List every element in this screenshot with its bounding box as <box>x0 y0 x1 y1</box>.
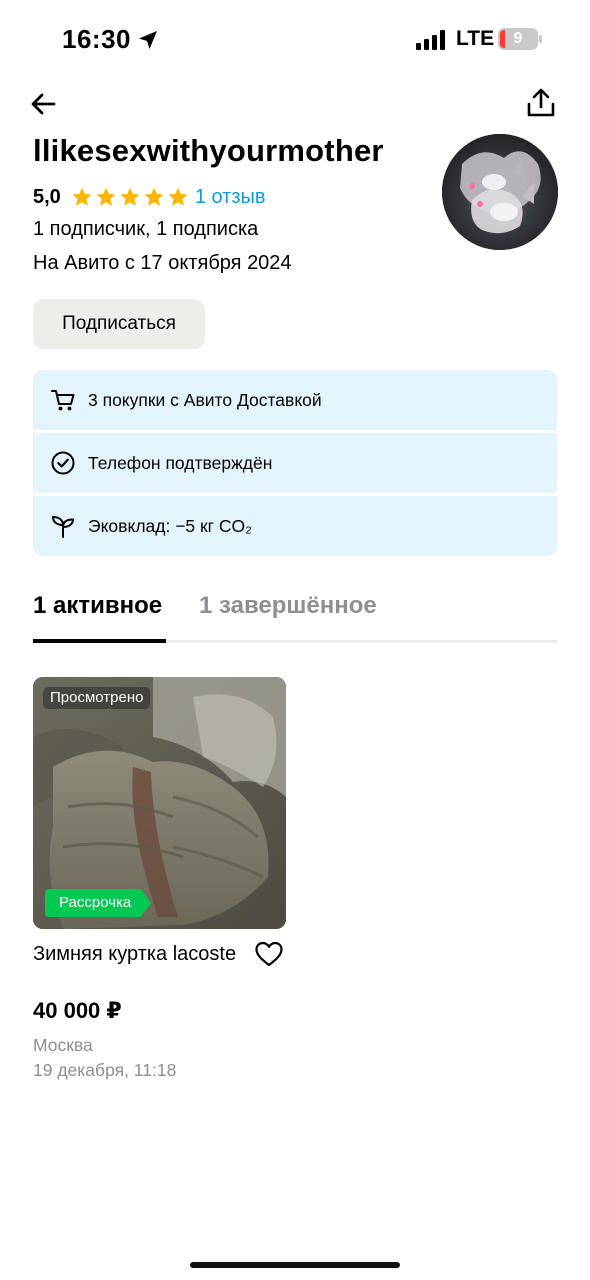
battery-icon: 9 <box>498 28 542 50</box>
tab-active-listings[interactable]: 1 активное <box>33 592 162 620</box>
rating-value: 5,0 <box>33 185 61 208</box>
star-icon <box>120 187 140 206</box>
cart-icon <box>51 390 75 411</box>
viewed-badge: Просмотрено <box>43 687 151 709</box>
heart-icon[interactable] <box>254 940 284 968</box>
listing-city: Москва <box>33 1035 93 1055</box>
info-item-delivery[interactable]: 3 покупки с Авито Доставкой <box>33 370 557 430</box>
subscribers-text[interactable]: 1 подписчик, 1 подписка <box>33 218 258 241</box>
check-circle-icon <box>51 451 75 475</box>
rating-row: 5,0 1 отзыв <box>33 183 266 211</box>
network-type: LTE <box>456 27 495 50</box>
profile-name: llikesexwithyourmother <box>33 133 384 168</box>
status-time: 16:30 <box>62 24 131 54</box>
avatar[interactable] <box>442 134 558 250</box>
star-icon <box>72 187 92 206</box>
location-arrow-icon <box>139 31 157 49</box>
installment-badge: Рассрочка <box>45 889 151 917</box>
battery-level: 9 <box>513 30 523 47</box>
tab-completed-listings[interactable]: 1 завершённое <box>199 592 377 620</box>
listing-title[interactable]: Зимняя куртка lacoste <box>33 940 243 968</box>
back-arrow-icon[interactable] <box>28 88 60 120</box>
subscribe-button[interactable]: Подписаться <box>33 299 205 349</box>
star-icon <box>96 187 116 206</box>
signal-icon <box>416 30 445 50</box>
member-since-text: На Авито с 17 октября 2024 <box>33 252 292 274</box>
profile-page: 16:30 LTE 9 llikesexwithyourmother 5,0 1… <box>0 0 590 1280</box>
info-item-eco[interactable]: Эковклад: −5 кг CO₂ <box>33 496 557 556</box>
status-bar: 16:30 LTE 9 <box>0 0 590 80</box>
info-item-label: Телефон подтверждён <box>88 452 273 473</box>
home-indicator[interactable] <box>190 1262 400 1268</box>
share-icon[interactable] <box>524 86 558 120</box>
star-icon <box>168 187 188 206</box>
installment-label: Рассрочка <box>59 894 132 911</box>
star-icon <box>144 187 164 206</box>
listing-price: 40 000 ₽ <box>33 998 122 1023</box>
tab-active-indicator <box>33 639 166 643</box>
listing-image[interactable]: Просмотрено Рассрочка <box>33 677 286 929</box>
avatar-image <box>442 134 558 250</box>
listing-date: 19 декабря, 11:18 <box>33 1060 177 1080</box>
info-item-label: Эковклад: −5 кг CO₂ <box>88 515 252 536</box>
rating-stars <box>71 186 189 208</box>
sprout-icon <box>52 516 74 538</box>
info-item-phone: Телефон подтверждён <box>33 433 557 493</box>
reviews-link[interactable]: 1 отзыв <box>195 186 266 209</box>
info-item-label: 3 покупки с Авито Доставкой <box>88 389 322 410</box>
